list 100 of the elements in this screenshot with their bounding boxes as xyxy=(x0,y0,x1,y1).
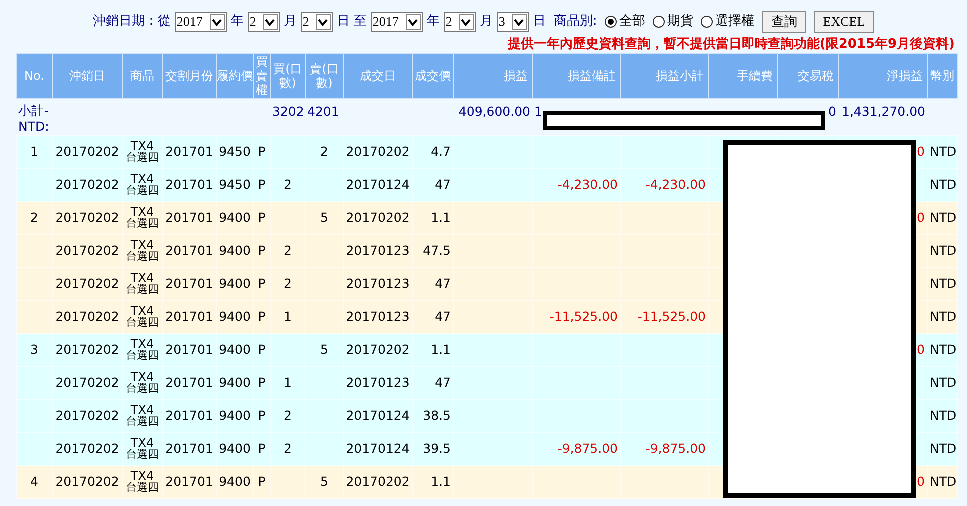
table-cell: 1,431,270.00 xyxy=(838,98,928,136)
table-cell: NTD xyxy=(928,268,958,300)
table-cell: 20170124 xyxy=(344,400,412,432)
product-code: TX4 xyxy=(130,174,154,185)
radio-option[interactable]: 期貨 xyxy=(653,12,694,32)
table-cell: 201701 xyxy=(162,234,216,268)
product-code: TX4 xyxy=(130,273,154,284)
table-cell: 201701 xyxy=(162,466,216,498)
table-cell: 2 xyxy=(270,400,306,432)
table-cell: -11,525.00 xyxy=(532,300,620,334)
table-cell: 9450 xyxy=(216,136,254,168)
table-cell: NTD xyxy=(928,400,958,432)
table-cell: 20170202 xyxy=(52,136,122,168)
dropdown[interactable]: 2017 xyxy=(174,12,227,32)
export-button[interactable]: EXCEL xyxy=(814,11,874,33)
product-code: TX4 xyxy=(130,339,154,350)
table-cell: -9,875.00 xyxy=(620,432,708,466)
column-header: 賣(口數) xyxy=(306,54,344,98)
unit-label: 年 xyxy=(230,13,244,32)
table-cell: 9400 xyxy=(216,268,254,300)
dropdown[interactable]: 2 xyxy=(444,12,476,32)
product-code: TX4 xyxy=(130,438,154,449)
table-cell: 9400 xyxy=(216,334,254,366)
table-cell: P xyxy=(254,234,270,268)
column-header: 交易稅 xyxy=(778,54,838,98)
table-cell: P xyxy=(254,432,270,466)
table-cell: 201701 xyxy=(162,300,216,334)
table-cell: 1 xyxy=(16,136,52,168)
table-cell: 201701 xyxy=(162,366,216,400)
product-code: TX4 xyxy=(130,471,154,482)
filter-label: 至 xyxy=(354,13,367,32)
column-header: 履約價 xyxy=(216,54,254,98)
column-header: 買賣權 xyxy=(254,54,270,98)
product-code: TX4 xyxy=(130,141,154,152)
table-cell: P xyxy=(254,300,270,334)
product-code: TX4 xyxy=(130,405,154,416)
dropdown[interactable]: 2 xyxy=(300,12,333,32)
caret-icon xyxy=(514,18,524,26)
table-cell: 20170123 xyxy=(344,300,412,334)
table-cell: 2 xyxy=(270,168,306,202)
table-cell: NTD xyxy=(928,168,958,202)
table-cell: 20170202 xyxy=(344,202,412,234)
column-header: 成交價 xyxy=(412,54,454,98)
table-cell: 20170124 xyxy=(344,432,412,466)
radio-option[interactable]: 全部 xyxy=(605,12,646,32)
table-cell: 5 xyxy=(306,202,344,234)
table-cell: 1 xyxy=(270,300,306,334)
product-code: TX4 xyxy=(130,240,154,251)
query-button[interactable]: 查詢 xyxy=(762,11,806,33)
column-header: 損益 xyxy=(454,54,532,98)
column-header: 成交日 xyxy=(344,54,412,98)
radio-option[interactable]: 選擇權 xyxy=(701,12,754,32)
table-cell: 9400 xyxy=(216,366,254,400)
caret-icon xyxy=(461,18,472,26)
table-cell: 20170202 xyxy=(52,466,122,498)
dropdown[interactable]: 2017 xyxy=(370,12,423,32)
table-cell: NTD xyxy=(928,136,958,168)
table-cell: 9450 xyxy=(216,168,254,202)
table-cell: NTD xyxy=(928,334,958,366)
table-cell: 47 xyxy=(412,366,454,400)
table-cell: 409,600.00 xyxy=(454,98,532,136)
column-header: 淨損益 xyxy=(838,54,928,98)
table-cell: NTD xyxy=(928,234,958,268)
caret-icon xyxy=(408,18,418,26)
unit-label: 年 xyxy=(426,13,440,32)
column-header: 交割月份 xyxy=(162,54,216,98)
dropdown[interactable]: 3 xyxy=(496,12,529,32)
table-cell: 20170202 xyxy=(344,334,412,366)
unit-label: 月 xyxy=(284,13,297,32)
table-cell: 20170202 xyxy=(344,136,412,168)
unit-label: 日 xyxy=(336,13,350,32)
column-header: 買(口數) xyxy=(270,54,306,98)
dropdown[interactable]: 2 xyxy=(248,12,280,32)
table-cell: 20170202 xyxy=(52,202,122,234)
table-cell: 201701 xyxy=(162,432,216,466)
product-code: TX4 xyxy=(130,372,154,383)
table-cell: P xyxy=(254,136,270,168)
caret-icon xyxy=(265,18,276,26)
table-cell: 9400 xyxy=(216,234,254,268)
column-header: 損益小計 xyxy=(620,54,708,98)
notice-text: 提供一年內歷史資料查詢，暫不提供當日即時查詢功能(限2015年9月後資料) xyxy=(506,36,956,53)
column-header: 商品 xyxy=(122,54,162,98)
caret-icon xyxy=(318,18,328,26)
column-header: 損益備註 xyxy=(532,54,620,98)
table-cell: 47 xyxy=(412,268,454,300)
table-cell: NTD xyxy=(928,466,958,498)
table-cell: 20170202 xyxy=(52,432,122,466)
table-cell: 20170202 xyxy=(52,400,122,432)
table-cell: 20170202 xyxy=(52,300,122,334)
table-cell: 201701 xyxy=(162,334,216,366)
table-cell: 20170202 xyxy=(52,366,122,400)
product-code: TX4 xyxy=(130,207,154,218)
product-name: 台選四 xyxy=(126,416,159,427)
product-name: 台選四 xyxy=(126,284,159,295)
column-header: 手續費 xyxy=(708,54,778,98)
filter-label: 沖銷日期：從 xyxy=(92,13,171,32)
table-cell: 5 xyxy=(306,466,344,498)
table-cell: 20170202 xyxy=(344,466,412,498)
table-cell: -4,230.00 xyxy=(532,168,620,202)
product-name: 台選四 xyxy=(126,218,159,229)
